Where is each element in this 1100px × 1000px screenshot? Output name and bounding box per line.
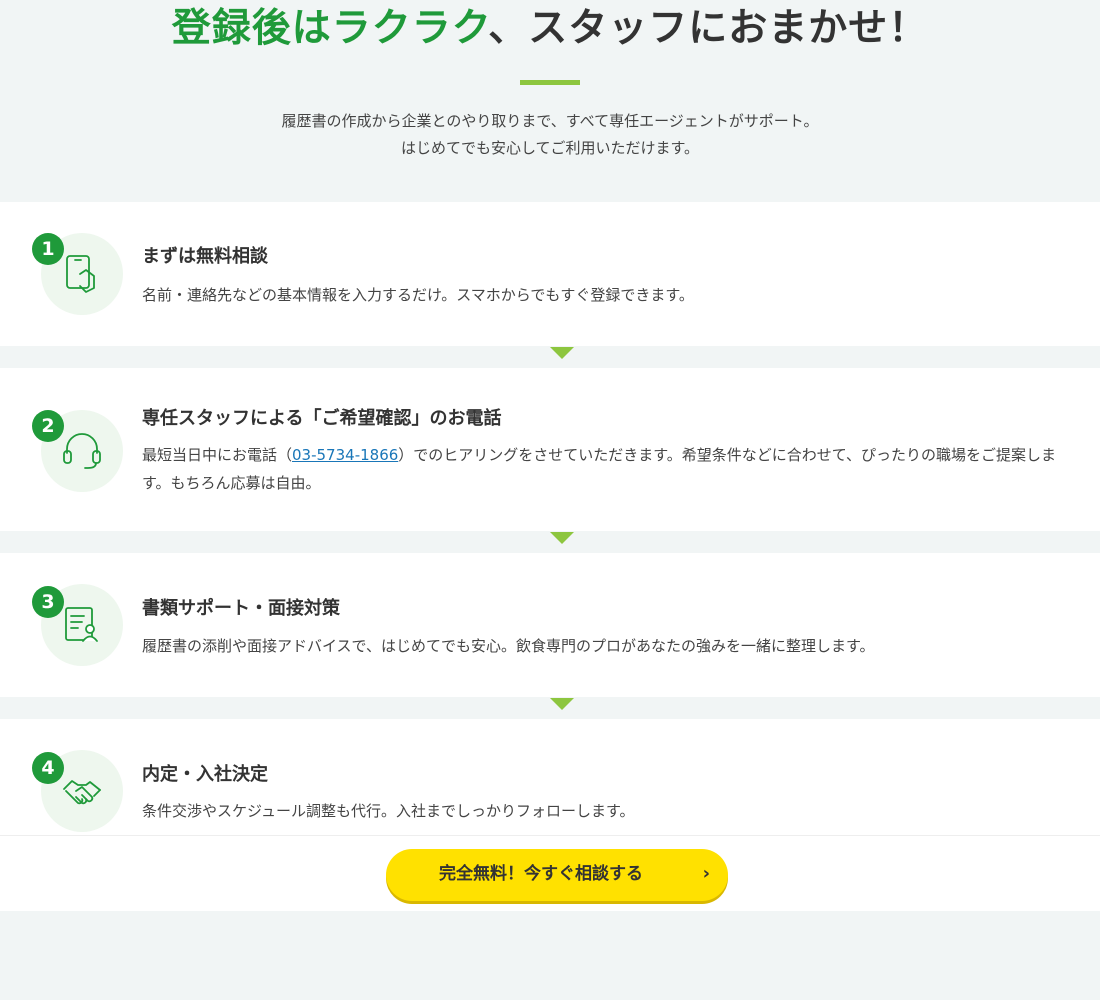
step-4: 4 内定・入社決定 条件交渉やスケジュール調整も代行。入社までしっかりフォローし… [0, 719, 1100, 835]
title-highlight: 登録後はラクラク [171, 6, 489, 51]
step-4-number: 4 [32, 752, 64, 784]
chevron-right-icon: › [702, 863, 710, 884]
step-2-desc-before: 最短当日中にお電話（ [142, 446, 293, 464]
step-1-desc: 名前・連絡先などの基本情報を入力するだけ。スマホからでもすぐ登録できます。 [142, 286, 694, 304]
cta-bar: 完全無料！今すぐ相談する › [0, 835, 1100, 911]
step-arrow-1 [550, 347, 574, 359]
handshake-icon [63, 780, 101, 805]
step-1-number: 1 [32, 233, 64, 265]
step-4-desc: 条件交渉やスケジュール調整も代行。入社までしっかりフォローします。 [142, 802, 635, 820]
header-section: 登録後はラクラク、スタッフにおまかせ！ 履歴書の作成から企業とのやり取りまで、す… [0, 0, 1100, 202]
step-arrow-3 [550, 698, 574, 710]
lead-text: 履歴書の作成から企業とのやり取りまで、すべて専任エージェントがサポート。 はじめ… [0, 108, 1100, 162]
step-arrow-2 [550, 532, 574, 544]
lead-line-1: 履歴書の作成から企業とのやり取りまで、すべて専任エージェントがサポート。 [281, 112, 819, 130]
step-2: 2 専任スタッフによる「ご希望確認」のお電話 最短当日中にお電話（03-5734… [0, 368, 1100, 531]
page: 登録後はラクラク、スタッフにおまかせ！ 履歴書の作成から企業とのやり取りまで、す… [0, 0, 1100, 1000]
resume-icon [65, 607, 98, 642]
phone-link[interactable]: 03-5734-1866 [292, 446, 398, 464]
step-1: 1 まずは無料相談 名前・連絡先などの基本情報を入力するだけ。スマホからでもすぐ… [0, 202, 1100, 346]
step-3-desc: 履歴書の添削や面接アドバイスで、はじめてでも安心。飲食専門のプロがあなたの強みを… [142, 637, 875, 655]
step-2-number: 2 [32, 410, 64, 442]
headset-icon [63, 433, 101, 469]
cta-label: 完全無料！今すぐ相談する [439, 864, 643, 884]
step-1-title: まずは無料相談 [142, 246, 268, 267]
free-consultation-button[interactable]: 完全無料！今すぐ相談する › [386, 849, 728, 901]
title-underline [520, 80, 580, 85]
lead-line-2: はじめてでも安心してご利用いただけます。 [400, 139, 700, 157]
step-2-title: 専任スタッフによる「ご希望確認」のお電話 [142, 408, 502, 429]
smartphone-icon [66, 255, 95, 293]
step-3-number: 3 [32, 586, 64, 618]
step-4-title: 内定・入社決定 [142, 764, 268, 785]
step-3: 3 書類サポート・面接対策 履歴書の添削や面接アドバイスで、はじめてでも安心。飲… [0, 553, 1100, 697]
step-3-title: 書類サポート・面接対策 [142, 598, 340, 619]
step-2-desc: 最短当日中にお電話（03-5734-1866）でのヒアリングをさせていただきます… [142, 441, 1072, 497]
page-title: 登録後はラクラク、スタッフにおまかせ！ [0, 4, 1100, 54]
title-rest: 、スタッフにおまかせ！ [488, 6, 929, 51]
